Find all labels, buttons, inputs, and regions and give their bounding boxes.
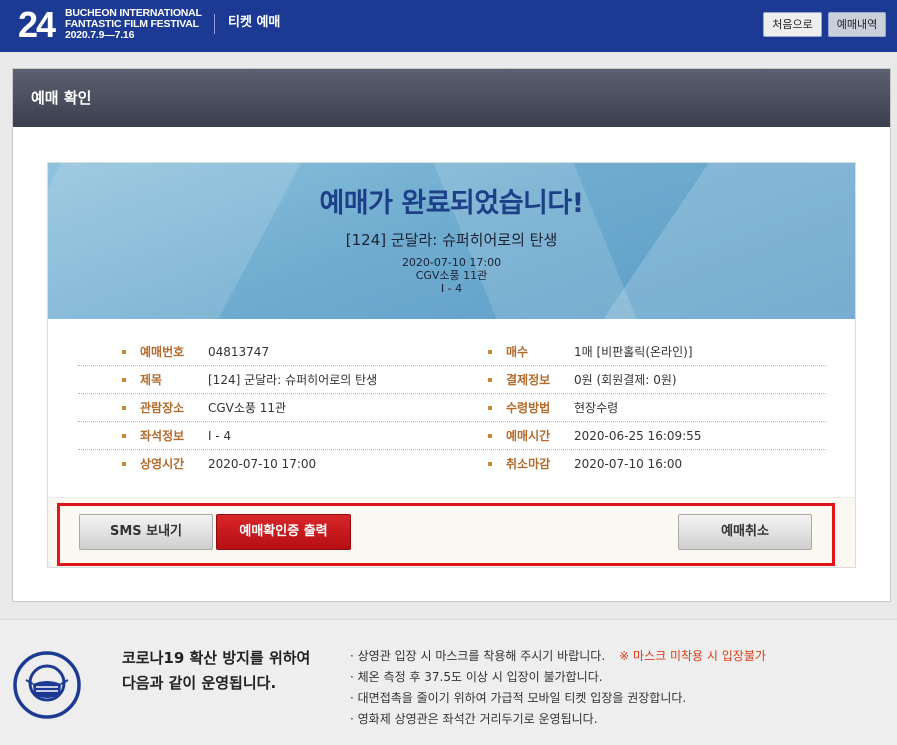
notice-title-line: 코로나19 확산 방지를 위하여 [122, 649, 311, 667]
detail-value: I - 4 [208, 429, 232, 443]
bullet-icon [122, 434, 126, 438]
festival-logo-number: 24 [18, 4, 56, 45]
detail-value: [124] 군달라: 슈퍼히어로의 탄생 [208, 373, 378, 387]
movie-title: [124] 군달라: 슈퍼히어로의 탄생 [345, 231, 558, 249]
detail-label: 좌석정보 [140, 429, 185, 443]
detail-row: 상영시간 2020-07-10 17:00 취소마감 2020-07-10 16… [78, 450, 826, 478]
bullet-icon [122, 350, 126, 354]
detail-label: 취소마감 [506, 457, 551, 471]
panel-title: 예매 확인 [13, 69, 890, 127]
action-bar: SMS 보내기 예매확인증 출력 예매취소 [48, 497, 855, 567]
detail-row: 좌석정보 I - 4 예매시간 2020-06-25 16:09:55 [78, 422, 826, 450]
notice-title: 코로나19 확산 방지를 위하여 다음과 같이 운영됩니다. [122, 646, 310, 696]
detail-row: 관람장소 CGV소풍 11관 수령방법 현장수령 [78, 394, 826, 422]
detail-value: 0원 (회원결제: 0원) [574, 373, 677, 387]
header-divider [214, 14, 215, 34]
detail-label: 관람장소 [140, 401, 185, 415]
confirmation-panel: 예매 확인 예매가 완료되었습니다! [124] 군달라: 슈퍼히어로의 탄생 … [12, 68, 891, 602]
detail-row: 제목 [124] 군달라: 슈퍼히어로의 탄생 결제정보 0원 (회원결제: 0… [78, 366, 826, 394]
detail-label: 매수 [506, 345, 529, 359]
cancel-booking-button[interactable]: 예매취소 [678, 514, 812, 550]
detail-value: 04813747 [208, 345, 270, 359]
detail-value: 2020-07-10 16:00 [574, 457, 683, 471]
booking-complete-title: 예매가 완료되었습니다! [319, 188, 584, 219]
bullet-icon [122, 462, 126, 466]
screening-venue: CGV소풍 11관 [415, 269, 488, 282]
detail-value: 1매 [비판홀릭(온라인)] [574, 345, 693, 359]
bullet-icon [488, 350, 492, 354]
notice-title-line: 다음과 같이 운영됩니다. [122, 674, 277, 692]
screening-seat: I - 4 [440, 282, 463, 295]
detail-value: CGV소풍 11관 [208, 401, 287, 415]
bullet-icon [488, 462, 492, 466]
detail-label: 결제정보 [506, 373, 551, 387]
detail-label: 예매번호 [140, 345, 185, 359]
detail-label: 예매시간 [506, 429, 551, 443]
notice-text: · 상영관 입장 시 마스크를 착용해 주시기 바랍니다. [350, 649, 606, 663]
detail-label: 상영시간 [140, 457, 185, 471]
bullet-icon [488, 406, 492, 410]
detail-label: 수령방법 [506, 401, 551, 415]
booking-history-button[interactable]: 예매내역 [828, 12, 886, 37]
print-certificate-button[interactable]: 예매확인증 출력 [216, 514, 351, 550]
bullet-icon [122, 406, 126, 410]
notice-item: · 상영관 입장 시 마스크를 착용해 주시기 바랍니다. ※ 마스크 미착용 시… [350, 646, 766, 667]
face-mask-icon [13, 651, 81, 719]
bullet-icon [122, 378, 126, 382]
top-header: 24 BUCHEON INTERNATIONAL FANTASTIC FILM … [0, 0, 897, 52]
detail-label: 제목 [140, 373, 163, 387]
booking-details: 예매번호 04813747 매수 1매 [비판홀릭(온라인)] 제목 [124]… [78, 338, 826, 478]
mask-warning: ※ 마스크 미착용 시 입장불가 [619, 649, 766, 663]
send-sms-button[interactable]: SMS 보내기 [79, 514, 213, 550]
detail-value: 2020-07-10 17:00 [208, 457, 317, 471]
covid-notice: 코로나19 확산 방지를 위하여 다음과 같이 운영됩니다. · 상영관 입장 … [0, 619, 897, 745]
detail-value: 2020-06-25 16:09:55 [574, 429, 702, 443]
header-title: 티켓 예매 [228, 15, 281, 30]
bullet-icon [488, 434, 492, 438]
notice-item: · 체온 측정 후 37.5도 이상 시 입장이 불가합니다. [350, 670, 603, 684]
notice-item: · 대면접촉을 줄이기 위하여 가급적 모바일 티켓 입장을 권장합니다. [350, 691, 687, 705]
notice-item: · 영화제 상영관은 좌석간 거리두기로 운영됩니다. [350, 712, 598, 726]
detail-row: 예매번호 04813747 매수 1매 [비판홀릭(온라인)] [78, 338, 826, 366]
screening-summary: 2020-07-10 17:00 CGV소풍 11관 I - 4 [48, 256, 855, 295]
detail-value: 현장수령 [574, 401, 619, 415]
ticket-card: 예매가 완료되었습니다! [124] 군달라: 슈퍼히어로의 탄생 2020-0… [47, 162, 856, 568]
logo-line: 2020.7.9—7.16 [65, 29, 135, 41]
notice-list: · 상영관 입장 시 마스크를 착용해 주시기 바랍니다. ※ 마스크 미착용 시… [350, 646, 766, 730]
screening-datetime: 2020-07-10 17:00 [401, 256, 502, 269]
hero-banner: 예매가 완료되었습니다! [124] 군달라: 슈퍼히어로의 탄생 2020-0… [48, 163, 855, 319]
festival-logo-text: BUCHEON INTERNATIONAL FANTASTIC FILM FES… [65, 8, 215, 41]
bullet-icon [488, 378, 492, 382]
home-button[interactable]: 처음으로 [763, 12, 822, 37]
